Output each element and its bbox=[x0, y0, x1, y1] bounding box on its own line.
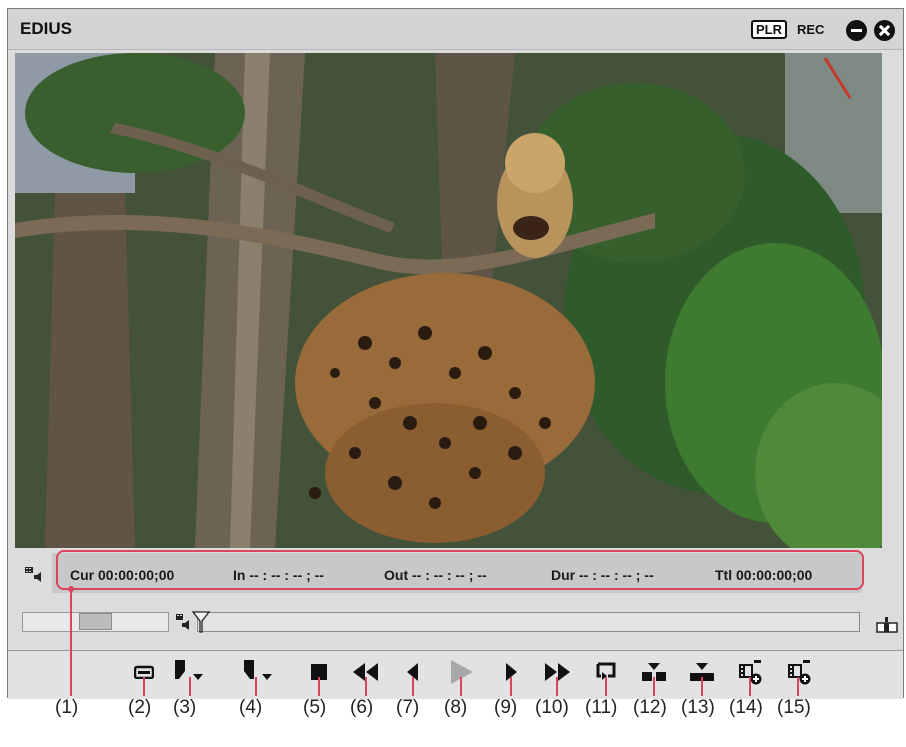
callout-leader bbox=[653, 677, 655, 696]
callout-leader bbox=[749, 677, 751, 696]
callout-label: (1) bbox=[55, 697, 79, 718]
callout-leader bbox=[556, 677, 558, 696]
dock-icon[interactable] bbox=[876, 617, 898, 633]
callout-leader bbox=[701, 677, 703, 696]
set-out-button[interactable] bbox=[240, 655, 274, 689]
video-audio-icon bbox=[25, 567, 41, 582]
callout-label: (3) bbox=[173, 697, 197, 718]
callout-leader bbox=[255, 677, 257, 696]
callout-label: (13) bbox=[681, 697, 715, 718]
window-title: EDIUS bbox=[20, 19, 72, 38]
close-icon[interactable] bbox=[874, 20, 895, 41]
callout-label: (7) bbox=[396, 697, 420, 718]
set-out-icon bbox=[244, 660, 272, 680]
callout-label: (14) bbox=[729, 697, 763, 718]
add-to-sequence-icon bbox=[788, 660, 811, 685]
playhead-icon[interactable] bbox=[191, 611, 211, 633]
video-preview bbox=[15, 53, 882, 548]
title-bar: EDIUS PLR REC bbox=[8, 9, 903, 50]
callout-label: (8) bbox=[444, 697, 468, 718]
callout-leader bbox=[605, 677, 607, 696]
play-icon bbox=[451, 660, 473, 684]
callout-leader bbox=[510, 677, 512, 696]
callout-label: (6) bbox=[350, 697, 374, 718]
set-in-icon bbox=[175, 660, 203, 680]
callout-label: (4) bbox=[239, 697, 263, 718]
callout-label: (15) bbox=[777, 697, 811, 718]
callout-leader bbox=[318, 677, 320, 696]
minimize-icon[interactable] bbox=[846, 20, 867, 41]
add-to-sequence-button[interactable] bbox=[783, 655, 815, 689]
video-frame-image bbox=[15, 53, 882, 548]
callout-leader bbox=[70, 590, 72, 696]
callout-leader bbox=[797, 677, 799, 696]
callout-label: (10) bbox=[535, 697, 569, 718]
rec-button[interactable]: REC bbox=[797, 22, 824, 37]
position-slider[interactable] bbox=[197, 612, 860, 632]
plr-button[interactable]: PLR bbox=[751, 20, 787, 39]
callout-leader bbox=[365, 677, 367, 696]
callout-label: (12) bbox=[633, 697, 667, 718]
callout-label: (11) bbox=[585, 697, 618, 718]
play-button[interactable] bbox=[446, 655, 478, 689]
callout-label: (2) bbox=[128, 697, 152, 718]
callout-dot bbox=[68, 586, 74, 592]
shuttle-thumb[interactable] bbox=[79, 613, 112, 630]
callout-label: (9) bbox=[494, 697, 518, 718]
callout-leader bbox=[143, 677, 145, 696]
callout-leader bbox=[189, 677, 191, 696]
video-audio-icon bbox=[176, 614, 189, 630]
callout-leader bbox=[460, 677, 462, 696]
callout-label: (5) bbox=[303, 697, 327, 718]
callout-leader bbox=[412, 677, 414, 696]
set-in-button[interactable] bbox=[171, 655, 205, 689]
timecode-callout-frame bbox=[56, 550, 864, 590]
